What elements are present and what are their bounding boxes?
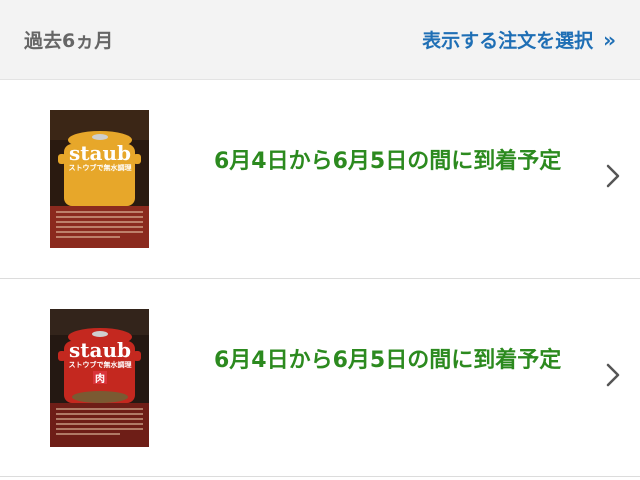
cover-subtitle: ストウブで無水調理: [69, 360, 132, 369]
cover-subtitle: ストウブで無水調理: [69, 163, 132, 172]
chevron-right-icon[interactable]: [606, 164, 620, 188]
chevron-right-icon[interactable]: [606, 363, 620, 387]
product-cover-image[interactable]: staub ストウブで無水調理: [50, 110, 149, 248]
cover-badge: 肉: [95, 372, 105, 385]
select-orders-link[interactable]: 表示する注文を選択 »: [422, 26, 616, 53]
cover-brand: staub: [69, 141, 131, 165]
order-history-header: 過去6ヵ月 表示する注文を選択 »: [0, 0, 640, 80]
period-filter-label[interactable]: 過去6ヵ月: [24, 26, 113, 53]
product-cover-image[interactable]: staub ストウブで無水調理 肉: [50, 309, 149, 447]
select-orders-label: 表示する注文を選択: [422, 30, 594, 52]
cover-brand: staub: [69, 338, 131, 362]
delivery-estimate: 6月4日から6月5日の間に到着予定: [214, 149, 562, 174]
order-row[interactable]: staub ストウブで無水調理 6月4日から6月5日の間に到着予定: [0, 80, 640, 279]
delivery-estimate: 6月4日から6月5日の間に到着予定: [214, 348, 562, 373]
staub-cookbook-cover-red: staub ストウブで無水調理 肉: [50, 309, 149, 447]
staub-cookbook-cover-yellow: staub ストウブで無水調理: [50, 110, 149, 248]
double-chevron-right-icon: »: [603, 27, 616, 52]
order-row[interactable]: staub ストウブで無水調理 肉 6月4日から6月5日の間に到着予定: [0, 279, 640, 477]
